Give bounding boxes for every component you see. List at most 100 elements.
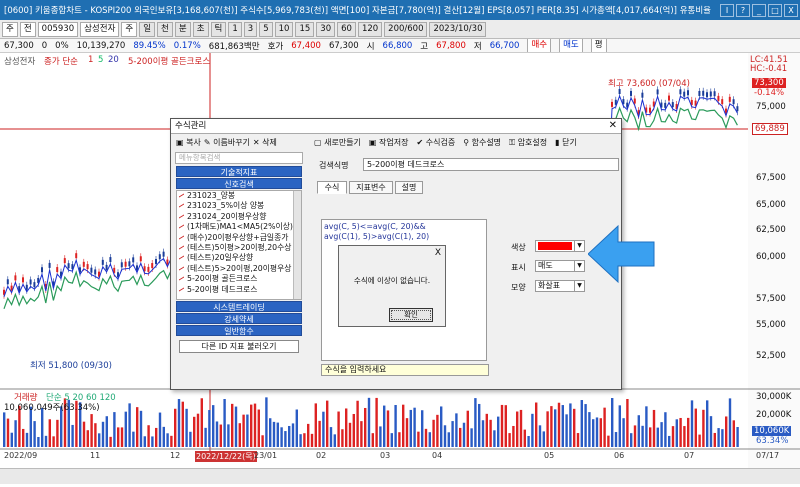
pct-tag: -0.14% xyxy=(754,88,785,98)
list-item[interactable]: (테스트)20일우상향 xyxy=(177,253,301,263)
volume-bar xyxy=(158,412,162,447)
date-6: 03 xyxy=(380,451,391,460)
date-cursor: 2022/12/22(목) xyxy=(195,451,257,462)
toolbar-item[interactable]: 3 xyxy=(243,21,258,37)
tab-description[interactable]: 설명 xyxy=(395,181,423,194)
volume-bar xyxy=(516,411,519,447)
volume-bar xyxy=(101,421,105,447)
info-button[interactable]: I xyxy=(720,3,734,17)
toolbar-item[interactable]: 전 xyxy=(19,21,36,37)
volume-bar xyxy=(41,408,44,447)
volume-bar xyxy=(132,431,135,447)
volume-bar xyxy=(360,421,363,447)
tab-formula[interactable]: 수식 xyxy=(317,181,347,194)
toolbar-item[interactable]: 주 xyxy=(2,21,18,37)
dialog-close-icon[interactable]: ✕ xyxy=(609,120,617,131)
toolbar-item[interactable]: 분 xyxy=(174,21,191,37)
trade-amount: 681,863백만 xyxy=(208,41,260,52)
toolbar-item[interactable]: 120 xyxy=(357,21,383,37)
axis-75000: 75,000 xyxy=(756,102,786,112)
list-item[interactable]: 231024_20이평우상향 xyxy=(177,212,301,222)
func-help-button[interactable]: ⚲ 함수설명 xyxy=(463,137,501,148)
candle-body xyxy=(728,96,731,102)
new-button[interactable]: ▢ 새로만들기 xyxy=(314,137,361,148)
volume-bar xyxy=(193,416,196,447)
toolbar-item[interactable]: 2023/10/30 xyxy=(429,21,487,37)
volume-bar xyxy=(683,426,686,447)
toolbar-item[interactable]: 틱 xyxy=(210,21,227,37)
mark-select[interactable]: 매도 ▼ xyxy=(535,260,585,272)
category-general[interactable]: 일반함수 xyxy=(176,325,302,336)
volume-bar xyxy=(82,421,86,447)
maximize-button[interactable]: □ xyxy=(768,3,782,17)
volume-bar xyxy=(37,436,40,447)
category-systrading[interactable]: 시스템트레이딩 xyxy=(176,301,302,312)
toolbar-item[interactable]: 10 xyxy=(274,21,294,37)
volume-bar xyxy=(660,422,663,447)
volume-bar xyxy=(71,424,74,447)
toolbar-item[interactable]: 15 xyxy=(295,21,315,37)
password-button[interactable]: ⚿ 암호설정 xyxy=(509,137,547,148)
volume-bar xyxy=(109,436,112,447)
rename-button[interactable]: ✎ 이름바꾸기 xyxy=(204,137,250,148)
minimize-button[interactable]: _ xyxy=(752,3,766,17)
toolbar-item[interactable]: 005930 xyxy=(37,21,79,37)
help-button[interactable]: ? xyxy=(736,3,750,17)
ok-button[interactable]: 확인 xyxy=(389,308,433,322)
toolbar-item[interactable]: 5 xyxy=(259,21,273,37)
toolbar-item[interactable]: 30 xyxy=(316,21,336,37)
volume-bar xyxy=(527,436,530,447)
volume-bar xyxy=(333,434,336,447)
volume-bar xyxy=(554,409,557,447)
list-item[interactable]: (테스트)5>20이평,20이평우상 xyxy=(177,264,301,274)
chevron-down-icon: ▼ xyxy=(574,241,584,251)
category-strength[interactable]: 강세약세 xyxy=(176,313,302,324)
volume-bar xyxy=(599,418,602,447)
sell-button[interactable]: 매도 xyxy=(559,39,583,52)
tab-variables[interactable]: 지표변수 xyxy=(349,181,393,194)
change: 0 xyxy=(41,40,48,51)
delete-button[interactable]: ✕ 삭제 xyxy=(253,137,277,148)
toolbar-item[interactable]: 1 xyxy=(228,21,242,37)
category-signal[interactable]: 신호검색 xyxy=(176,178,302,189)
list-item[interactable]: 5-20이평 골든크로스 xyxy=(177,274,301,284)
category-technical[interactable]: 기술적지표 xyxy=(176,166,302,177)
volume-bar xyxy=(117,427,120,447)
load-other-id-button[interactable]: 다른 ID 지표 불러오기 xyxy=(179,340,299,353)
color-select[interactable]: ▼ xyxy=(535,240,585,252)
list-item[interactable]: (테스트)5이평>20이평,20수상 xyxy=(177,243,301,253)
toolbar-item[interactable]: 60 xyxy=(337,21,356,37)
menu-search-input[interactable]: 메뉴항목검색 xyxy=(175,152,303,164)
list-item[interactable]: 231023_양봉 xyxy=(177,191,301,201)
toolbar-item[interactable]: 삼성전자 xyxy=(80,21,120,37)
save-button[interactable]: ▣ 작업저장 xyxy=(369,137,409,148)
copy-button[interactable]: ▣ 복사 xyxy=(176,137,201,148)
flat-button[interactable]: 평 xyxy=(590,39,607,52)
volume-bar xyxy=(725,416,728,447)
code-line-2: avg(C(1), 5)>avg(C(1), 20) xyxy=(324,232,430,241)
toolbar-item[interactable]: 일 xyxy=(139,21,156,37)
volume-bar xyxy=(580,400,583,447)
toolbar-item[interactable]: 주 xyxy=(121,21,138,37)
list-scrollbar[interactable] xyxy=(293,191,301,299)
verify-button[interactable]: ✔ 수식검증 xyxy=(416,137,455,148)
volume-bar xyxy=(204,427,207,447)
shape-select[interactable]: 화살표 ▼ xyxy=(535,280,585,292)
list-item[interactable]: 231023_5%이상 양봉 xyxy=(177,201,301,211)
candle-body xyxy=(649,107,651,113)
buy-button[interactable]: 매수 xyxy=(527,39,552,52)
volume-bar xyxy=(234,406,238,447)
candle-body xyxy=(736,106,739,112)
bottom-scrollbar[interactable] xyxy=(0,468,800,484)
volume-bar xyxy=(128,403,131,447)
toolbar-item[interactable]: 천 xyxy=(157,21,173,37)
toolbar-item[interactable]: 초 xyxy=(192,21,209,37)
close-button[interactable]: X xyxy=(784,3,798,17)
toolbar-item[interactable]: 200/600 xyxy=(384,21,428,37)
close-dialog-button[interactable]: ▮ 닫기 xyxy=(555,137,577,148)
formula-name-input[interactable]: 5-200이평 데드크로스 xyxy=(363,158,619,171)
list-item[interactable]: (매수)20이평우상향+급일종가 xyxy=(177,233,301,243)
list-item[interactable]: 5-20이평 데드크로스 xyxy=(177,285,301,295)
msg-close-icon[interactable]: X xyxy=(435,248,441,258)
list-item[interactable]: (1차매도)MA1<MA5(2%이상) xyxy=(177,222,301,232)
